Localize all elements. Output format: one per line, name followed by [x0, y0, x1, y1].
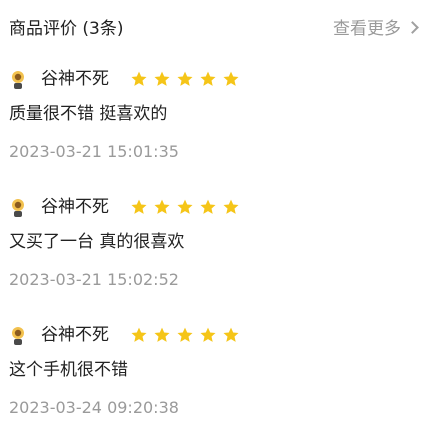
chevron-right-icon [406, 21, 419, 34]
star-icon [223, 71, 239, 86]
star-rating [131, 199, 251, 215]
review-comment: 质量很不错 挺喜欢的 [9, 104, 168, 124]
star-icon [177, 71, 193, 86]
star-rating [131, 327, 251, 343]
star-icon [131, 71, 147, 86]
star-icon [200, 71, 216, 86]
review-comment: 又买了一台 真的很喜欢 [9, 232, 185, 252]
review-item: 谷神不死 又买了一台 真的很喜欢 2023-03-21 15:02:52 [9, 194, 419, 294]
see-more-link[interactable]: 查看更多 [333, 16, 419, 42]
review-time: 2023-03-24 09:20:38 [9, 398, 179, 417]
review-item: 谷神不死 这个手机很不错 2023-03-24 09:20:38 [9, 322, 419, 422]
star-icon [154, 71, 170, 86]
review-username: 谷神不死 [41, 197, 109, 217]
star-icon [223, 199, 239, 214]
review-time: 2023-03-21 15:02:52 [9, 270, 179, 289]
review-username: 谷神不死 [41, 69, 109, 89]
review-item: 谷神不死 质量很不错 挺喜欢的 2023-03-21 15:01:35 [9, 66, 419, 166]
star-rating [131, 71, 251, 87]
review-user-line: 谷神不死 [9, 194, 309, 220]
review-user-line: 谷神不死 [9, 66, 309, 92]
star-icon [177, 199, 193, 214]
avatar-icon [12, 71, 24, 89]
review-comment: 这个手机很不错 [9, 360, 128, 380]
star-icon [154, 327, 170, 342]
reviews-header: 商品评价 (3条) 查看更多 [9, 16, 419, 42]
star-icon [200, 327, 216, 342]
star-icon [154, 199, 170, 214]
star-icon [223, 327, 239, 342]
review-user-line: 谷神不死 [9, 322, 309, 348]
star-icon [131, 199, 147, 214]
avatar-icon [12, 199, 24, 217]
review-username: 谷神不死 [41, 325, 109, 345]
section-title: 商品评价 (3条) [9, 19, 124, 39]
avatar-icon [12, 327, 24, 345]
star-icon [177, 327, 193, 342]
see-more-label: 查看更多 [333, 19, 401, 39]
star-icon [131, 327, 147, 342]
review-time: 2023-03-21 15:01:35 [9, 142, 179, 161]
star-icon [200, 199, 216, 214]
